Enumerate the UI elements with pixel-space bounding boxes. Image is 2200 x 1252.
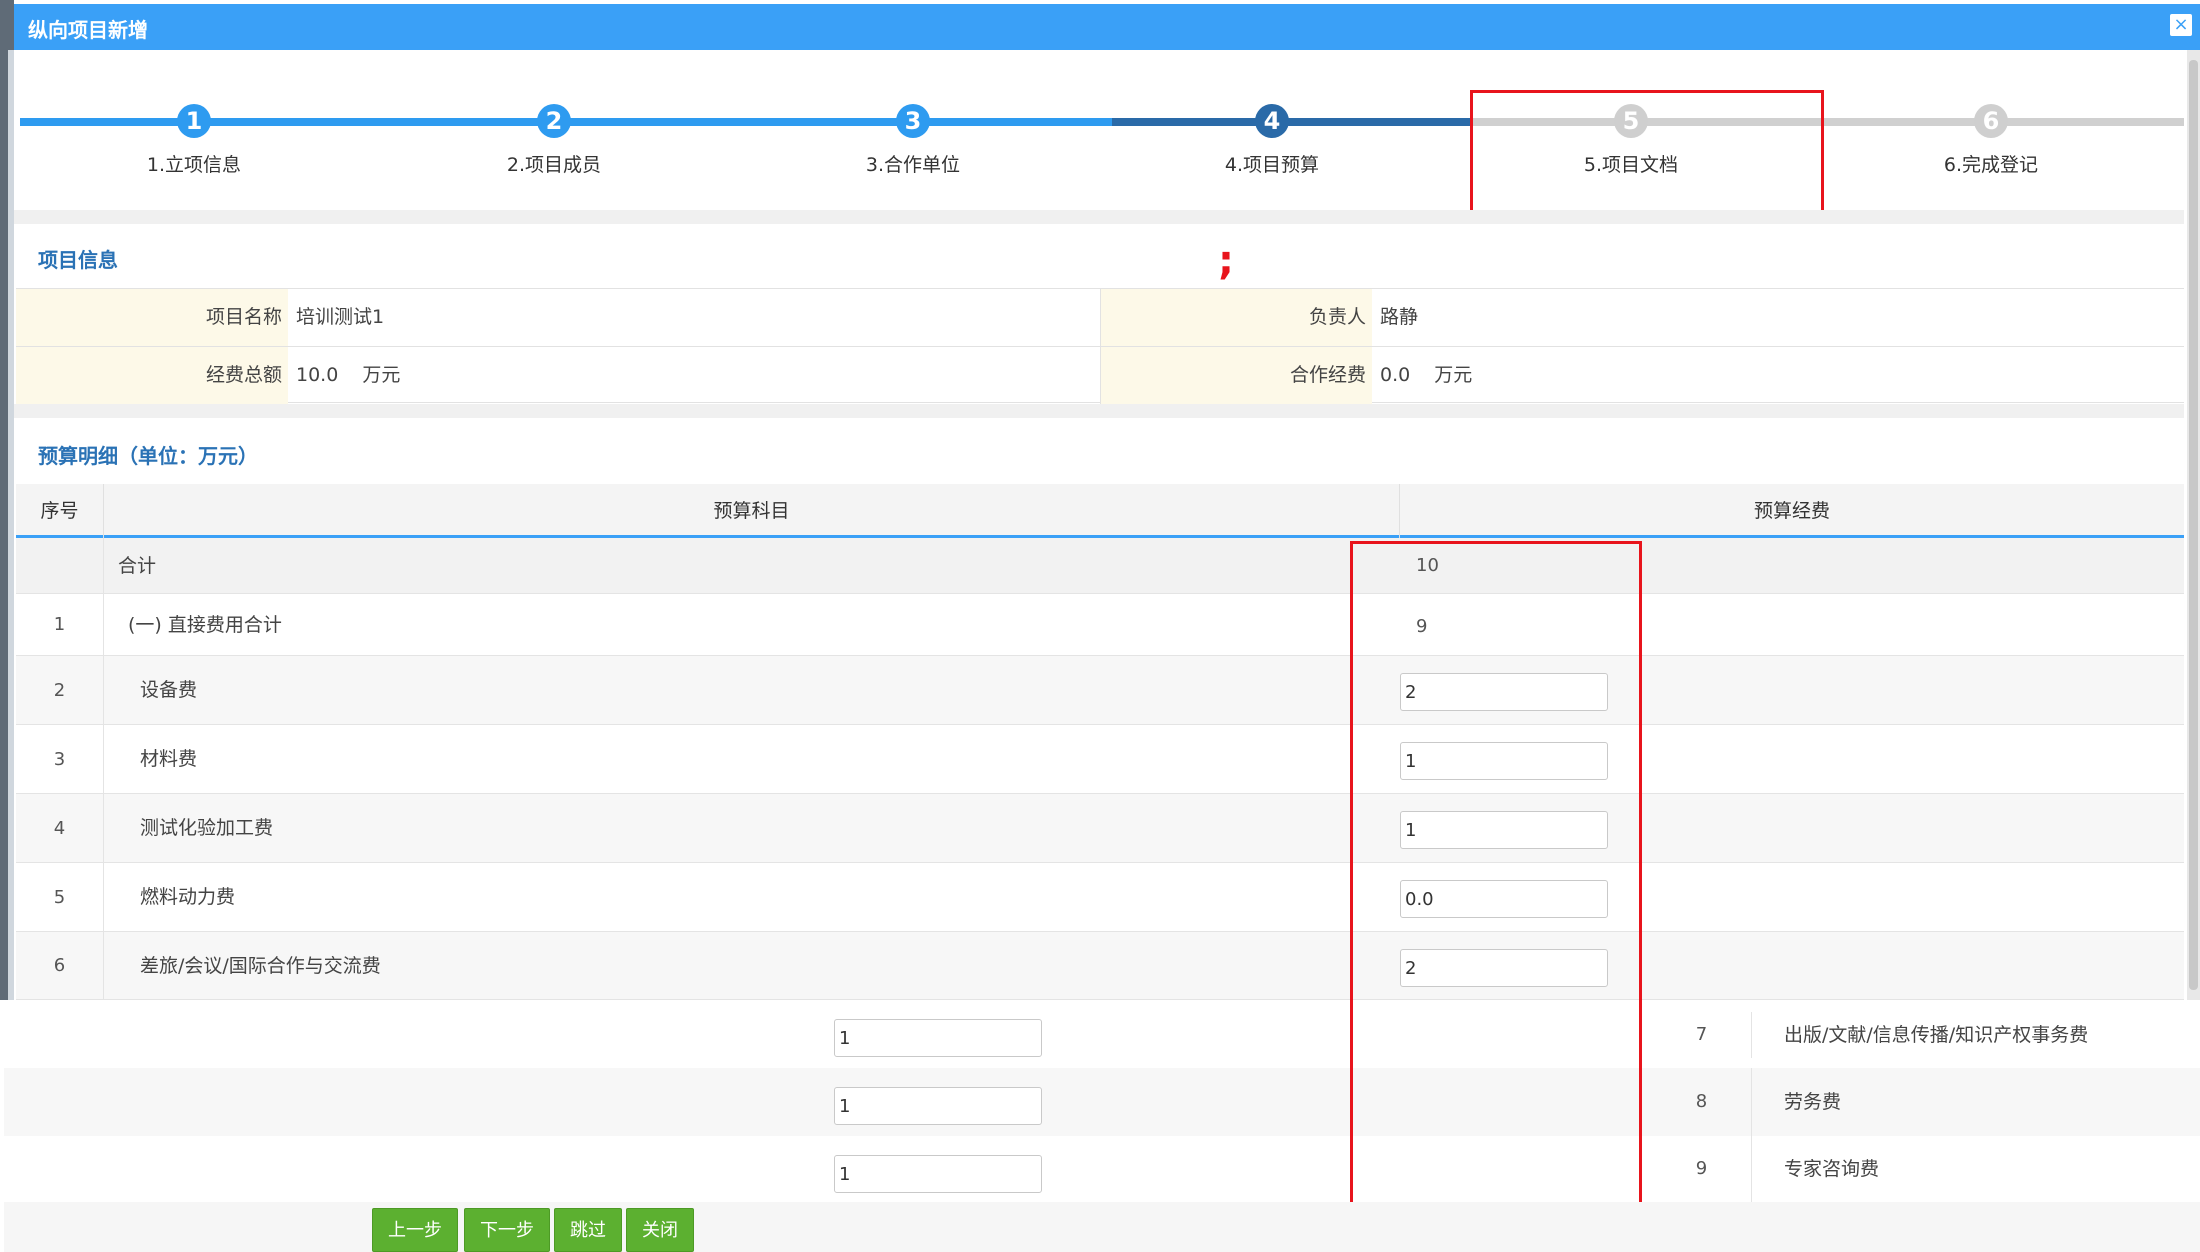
row-seq: 3 xyxy=(16,725,104,793)
row-subject: 劳务费 xyxy=(1784,1091,1842,1113)
publication-fee-input[interactable] xyxy=(834,1019,1042,1057)
highlight-box-step-5 xyxy=(1470,90,1824,214)
row-subject: 专家咨询费 xyxy=(1784,1158,1880,1180)
title-bar: 纵向项目新增 × xyxy=(14,4,2200,50)
row-seq: 6 xyxy=(16,932,104,999)
total-budget-value: 10.0 万元 xyxy=(288,347,1100,404)
project-name-label: 项目名称 xyxy=(16,289,288,346)
coop-budget-label: 合作经费 xyxy=(1100,347,1372,404)
coop-budget-unit: 万元 xyxy=(1434,364,1473,386)
step-label: 6.完成登记 xyxy=(1943,154,2039,176)
row-seq: 7 xyxy=(1652,1012,1752,1058)
step-number: 1 xyxy=(177,104,211,138)
next-step-button[interactable]: 下一步 xyxy=(464,1208,550,1252)
button-bar: 上一步 下一步 跳过 关闭 xyxy=(4,1202,2200,1252)
row-seq: 5 xyxy=(16,863,104,931)
section-divider-2 xyxy=(14,404,2184,418)
step-label: 3.合作单位 xyxy=(865,154,961,176)
row-seq: 4 xyxy=(16,794,104,862)
section-divider xyxy=(14,210,2184,224)
budget-row-9: 9 专家咨询费 xyxy=(4,1136,2200,1202)
prev-step-button[interactable]: 上一步 xyxy=(372,1208,458,1252)
wizard-step-1[interactable]: 1 1.立项信息 xyxy=(14,104,374,177)
step-number: 4 xyxy=(1255,104,1289,138)
row-right-part: 8 劳务费 xyxy=(1652,1068,2200,1136)
row-subject: 差旅/会议/国际合作与交流费 xyxy=(140,955,381,977)
total-budget-unit: 万元 xyxy=(362,364,401,386)
wizard-step-2[interactable]: 2 2.项目成员 xyxy=(374,104,734,177)
budget-detail-title: 预算明细（单位：万元） xyxy=(38,444,258,468)
budget-row-6: 6 差旅/会议/国际合作与交流费 xyxy=(16,932,2184,1000)
step-number: 6 xyxy=(1974,104,2008,138)
wizard-step-6[interactable]: 6 6.完成登记 xyxy=(1811,104,2171,177)
budget-row-8: 8 劳务费 xyxy=(4,1068,2200,1136)
window-title: 纵向项目新增 xyxy=(28,18,148,42)
wizard-step-3[interactable]: 3 3.合作单位 xyxy=(733,104,1093,177)
budget-row-3: 3 材料费 xyxy=(16,725,2184,794)
coop-budget-value: 0.0 万元 xyxy=(1372,347,2172,404)
row-subject: 材料费 xyxy=(140,748,198,770)
step-number: 3 xyxy=(896,104,930,138)
project-name-value: 培训测试1 xyxy=(296,306,385,328)
coop-budget-amount: 0.0 xyxy=(1380,364,1411,386)
budget-row-1: 1 (一) 直接费用合计 9 xyxy=(16,594,2184,656)
row-right-part: 9 专家咨询费 xyxy=(1652,1136,2200,1202)
header-amount: 预算经费 xyxy=(1753,500,1830,522)
info-row-1: 项目名称 培训测试1 负责人 路静 xyxy=(16,288,2184,346)
project-info-title: 项目信息 xyxy=(38,248,118,272)
step-label: 4.项目预算 xyxy=(1224,154,1320,176)
highlight-box-budget-values xyxy=(1350,541,1642,1211)
row-seq: 9 xyxy=(1652,1136,1752,1202)
row-seq: 2 xyxy=(16,656,104,724)
row-subject: 测试化验加工费 xyxy=(140,817,274,839)
row-subject: 出版/文献/信息传播/知识产权事务费 xyxy=(1784,1024,2089,1046)
leader-label: 负责人 xyxy=(1100,289,1372,346)
row-seq xyxy=(16,538,104,593)
dialog-window: 纵向项目新增 × 1 1.立项信息 2 2.项目成员 3 3.合作单位 4 4.… xyxy=(0,0,2200,1252)
budget-row-7: 7 出版/文献/信息传播/知识产权事务费 xyxy=(4,1000,2200,1058)
budget-table-header: 序号 预算科目 预算经费 xyxy=(16,484,2184,538)
leader-value: 路静 xyxy=(1380,306,1419,328)
header-seq: 序号 xyxy=(16,484,104,538)
budget-total-row: 合计 10 xyxy=(16,538,2184,594)
row-seq: 8 xyxy=(1652,1068,1752,1136)
total-budget-label: 经费总额 xyxy=(16,347,288,404)
scrollbar-thumb[interactable] xyxy=(2189,60,2198,990)
row-subject: 燃料动力费 xyxy=(140,886,236,908)
total-budget-amount: 10.0 xyxy=(296,364,339,386)
row-subject: (一) 直接费用合计 xyxy=(128,614,282,636)
row-subject: 合计 xyxy=(118,555,157,577)
info-row-2: 经费总额 10.0 万元 合作经费 0.0 万元 xyxy=(16,346,2184,404)
step-label: 1.立项信息 xyxy=(146,154,242,176)
expert-consult-fee-input[interactable] xyxy=(834,1155,1042,1193)
skip-button[interactable]: 跳过 xyxy=(554,1208,622,1252)
annotation-mark: ; xyxy=(1218,238,1234,284)
labor-fee-input[interactable] xyxy=(834,1087,1042,1125)
close-icon[interactable]: × xyxy=(2170,14,2192,36)
header-subject: 预算科目 xyxy=(104,484,1400,538)
budget-row-5: 5 燃料动力费 xyxy=(16,863,2184,932)
step-number: 2 xyxy=(537,104,571,138)
budget-row-4: 4 测试化验加工费 xyxy=(16,794,2184,863)
close-button[interactable]: 关闭 xyxy=(626,1208,694,1252)
step-label: 2.项目成员 xyxy=(506,154,602,176)
row-subject: 设备费 xyxy=(140,679,198,701)
wizard-step-4[interactable]: 4 4.项目预算 xyxy=(1092,104,1452,177)
wizard-steps: 1 1.立项信息 2 2.项目成员 3 3.合作单位 4 4.项目预算 5 5.… xyxy=(14,50,2184,210)
budget-row-2: 2 设备费 xyxy=(16,656,2184,725)
row-seq: 1 xyxy=(16,594,104,655)
row-right-part: 7 出版/文献/信息传播/知识产权事务费 xyxy=(1652,1012,2200,1058)
